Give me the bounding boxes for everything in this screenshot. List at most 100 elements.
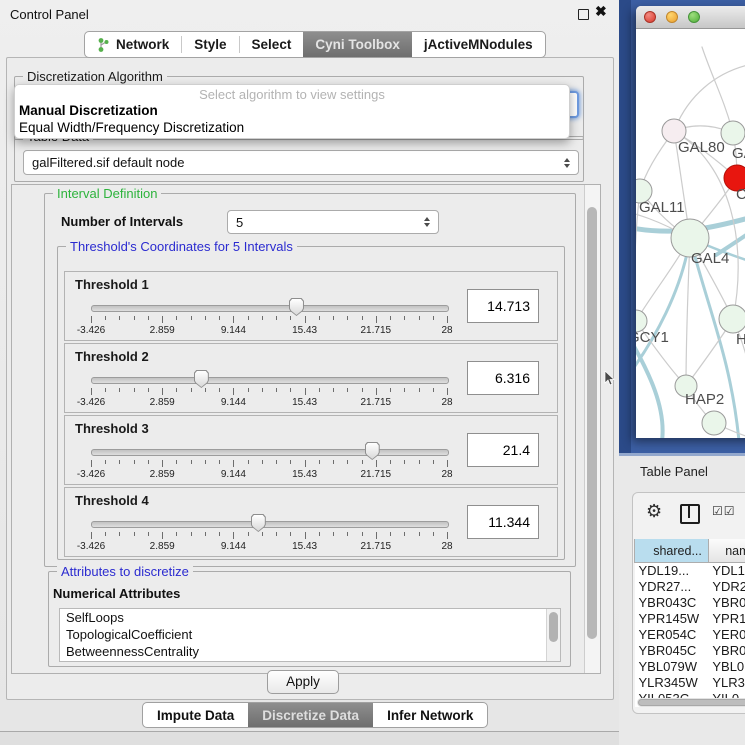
threshold-value-input[interactable] [467, 289, 539, 323]
minimize-traffic-light[interactable] [666, 11, 678, 23]
show-columns-icon[interactable] [680, 504, 700, 524]
slider-tick [105, 460, 106, 464]
list-scrollbar-thumb[interactable] [549, 612, 558, 642]
table-horizontal-scrollbar[interactable] [637, 698, 745, 707]
table-row[interactable]: YPR145WYPR1 [635, 611, 745, 627]
slider-tick-label: 9.144 [221, 469, 246, 480]
table-row[interactable]: YER054CYER0 [635, 627, 745, 643]
table-panel-title: Table Panel [640, 464, 708, 479]
table-cell[interactable]: YDL1 [708, 563, 745, 580]
slider-tick [134, 460, 135, 464]
tab-select[interactable]: Select [240, 32, 304, 57]
select-columns-icon[interactable]: ☑☑ [712, 504, 736, 518]
slider-tick [362, 532, 363, 536]
table-cell[interactable]: YDL19... [635, 563, 709, 580]
list-scrollbar[interactable] [546, 609, 560, 661]
float-window-icon[interactable] [578, 9, 589, 20]
settings-scrollbar-thumb[interactable] [587, 207, 597, 639]
table-cell[interactable]: YER054C [635, 627, 709, 643]
slider-tick [162, 460, 163, 467]
slider-tick [404, 388, 405, 392]
table-cell[interactable]: YBL079W [635, 659, 709, 675]
threshold-panel: Threshold 2-3.4262.8599.14415.4321.71528 [64, 343, 558, 413]
slider-tick-label: -3.426 [77, 397, 105, 408]
tab-discretize-data[interactable]: Discretize Data [248, 703, 373, 727]
table-cell[interactable]: YBR043C [635, 595, 709, 611]
tab-impute-data[interactable]: Impute Data [143, 703, 248, 727]
slider-thumb[interactable] [289, 298, 304, 316]
screen: { "colors":{"accent_focus":"#6f9be0","de… [0, 0, 745, 745]
slider-tick [433, 316, 434, 320]
threshold-slider-track[interactable] [91, 521, 449, 528]
tab-cyni-toolbox[interactable]: Cyni Toolbox [303, 32, 412, 57]
table-cell[interactable]: YBR0 [708, 595, 745, 611]
slider-thumb[interactable] [194, 370, 209, 388]
settings-scrollbar[interactable] [584, 185, 600, 673]
group-title: Discretization Algorithm [23, 69, 167, 84]
network-node[interactable] [702, 411, 726, 435]
close-icon[interactable]: ✖ [595, 3, 607, 20]
slider-tick [191, 460, 192, 464]
dropdown-item-manual-discretization[interactable]: Manual Discretization [19, 103, 158, 118]
table-cell[interactable]: YDR27... [635, 579, 709, 595]
number-of-intervals-combobox[interactable]: 5 [227, 210, 439, 234]
threshold-value-input[interactable] [467, 505, 539, 539]
table-cell[interactable]: YLR345W [635, 675, 709, 691]
table-row[interactable]: YLR345WYLR3 [635, 675, 745, 691]
slider-thumb-face [290, 299, 303, 315]
combo-arrows-icon [424, 217, 430, 227]
dropdown-item-equal-width-frequency[interactable]: Equal Width/Frequency Discretization [19, 120, 244, 135]
slider-tick-label: 2.859 [150, 469, 175, 480]
gear-icon[interactable]: ⚙ [646, 501, 662, 521]
table-cell[interactable]: YPR1 [708, 611, 745, 627]
tab-network[interactable]: Network [85, 32, 181, 57]
table-row[interactable]: YBL079WYBL0 [635, 659, 745, 675]
table-cell[interactable]: YER0 [708, 627, 745, 643]
tab-jactivemnodules[interactable]: jActiveMNodules [412, 32, 545, 57]
attribute-list-item[interactable]: BetweennessCentrality [60, 643, 560, 660]
threshold-slider-track[interactable] [91, 449, 449, 456]
apply-button[interactable]: Apply [267, 670, 339, 694]
table-horizontal-scrollbar-thumb[interactable] [638, 699, 745, 706]
node-table-card: ⚙ ☑☑ shared... name YDL19...YDL1YDR27...… [632, 492, 745, 714]
table-cell[interactable]: YBR0 [708, 643, 745, 659]
slider-tick [105, 316, 106, 320]
table-cell[interactable]: YPR145W [635, 611, 709, 627]
table-cell[interactable]: YLR3 [708, 675, 745, 691]
table-row[interactable]: YDL19...YDL1 [635, 563, 745, 580]
slider-tick [162, 316, 163, 323]
slider-tick-label: 2.859 [150, 541, 175, 552]
slider-tick [333, 460, 334, 464]
table-row[interactable]: YDR27...YDR2 [635, 579, 745, 595]
slider-thumb-face [366, 443, 379, 459]
tab-style[interactable]: Style [182, 32, 238, 57]
slider-thumb[interactable] [365, 442, 380, 460]
attribute-list-item[interactable]: TopologicalCoefficient [60, 626, 560, 643]
network-node[interactable] [719, 305, 745, 333]
tab-network-label: Network [116, 37, 169, 52]
table-cell[interactable]: YBR045C [635, 643, 709, 659]
network-window-titlebar[interactable] [636, 6, 745, 29]
table-cell[interactable]: YDR2 [708, 579, 745, 595]
threshold-slider-track[interactable] [91, 377, 449, 384]
slider-tick [290, 388, 291, 392]
network-canvas[interactable]: GAL80GACGAL11GAL4GCY1HHAP2 [636, 29, 745, 438]
threshold-slider-track[interactable] [91, 305, 449, 312]
column-header-name[interactable]: name [708, 539, 745, 563]
slider-tick [91, 388, 92, 395]
attribute-list-item[interactable]: SelfLoops [60, 609, 560, 626]
table-data-combobox[interactable]: galFiltered.sif default node [23, 150, 579, 175]
close-traffic-light[interactable] [644, 11, 656, 23]
slider-tick [219, 316, 220, 320]
table-row[interactable]: YBR045CYBR0 [635, 643, 745, 659]
table-row[interactable]: YBR043CYBR0 [635, 595, 745, 611]
slider-thumb[interactable] [251, 514, 266, 532]
threshold-value-input[interactable] [467, 433, 539, 467]
zoom-traffic-light[interactable] [688, 11, 700, 23]
tab-infer-network[interactable]: Infer Network [373, 703, 487, 727]
table-cell[interactable]: YBL0 [708, 659, 745, 675]
threshold-value-input[interactable] [467, 361, 539, 395]
column-header-shared-name[interactable]: shared... [635, 539, 709, 563]
threshold-panel: Threshold 3-3.4262.8599.14415.4321.71528 [64, 415, 558, 485]
slider-tick-label: 21.715 [361, 469, 392, 480]
